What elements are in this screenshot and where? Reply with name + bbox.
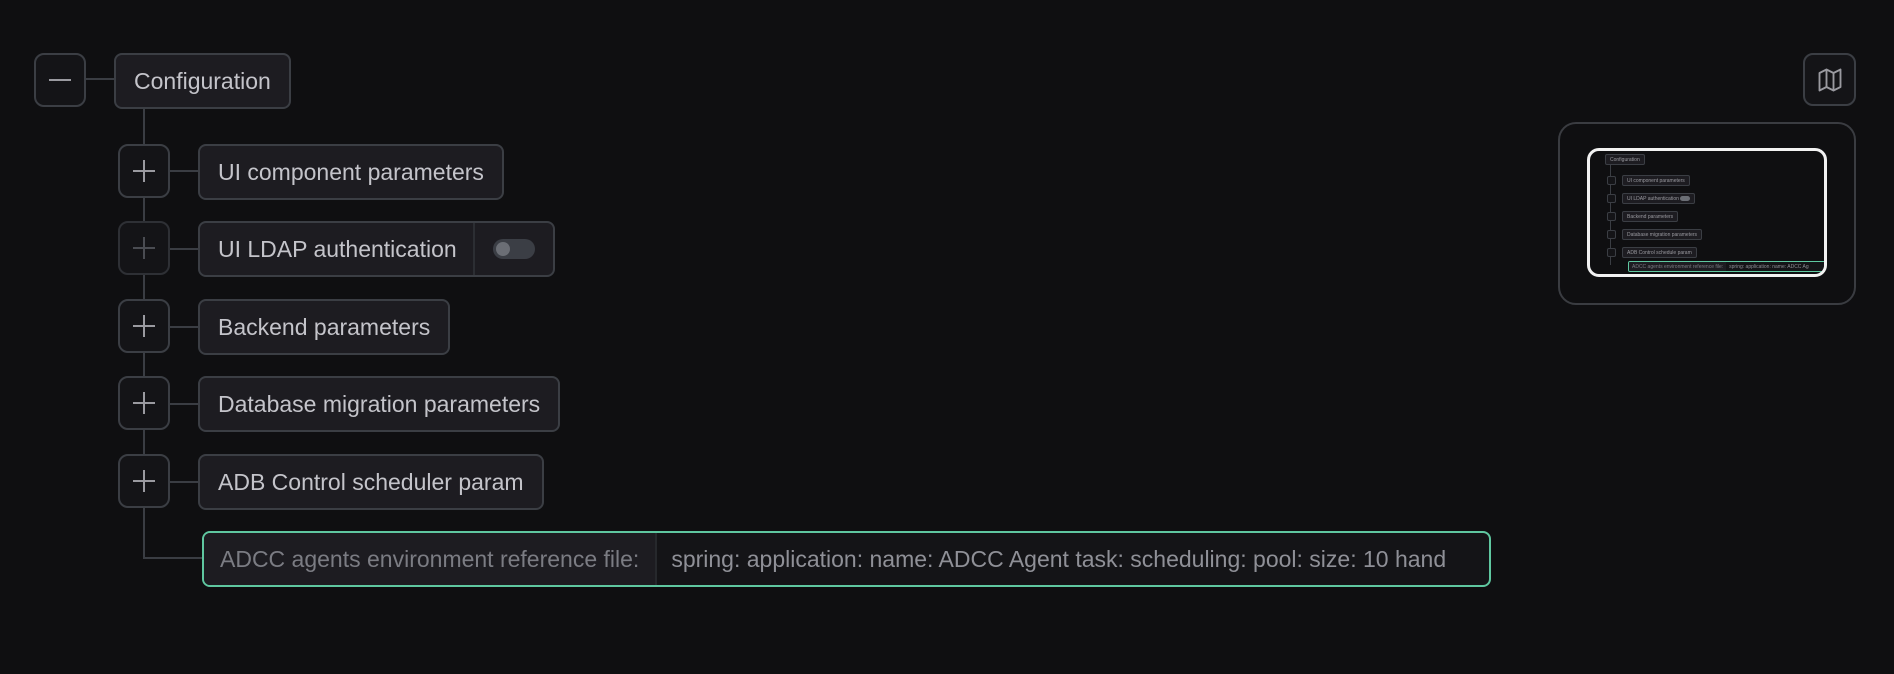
plus-icon xyxy=(133,315,155,337)
mm-label: Database migration parameters xyxy=(1627,231,1698,238)
connector xyxy=(170,481,198,483)
selected-leaf-adcc-agents-env-file[interactable]: ADCC agents environment reference file: … xyxy=(202,531,1491,587)
mm-plus-icon xyxy=(1607,212,1616,221)
leaf-value: spring: application: name: ADCC Agent ta… xyxy=(657,533,1489,585)
ldap-toggle-switch[interactable] xyxy=(492,239,535,259)
mm-root-node: Configuration xyxy=(1605,154,1645,165)
leaf-label: ADCC agents environment reference file: xyxy=(204,533,658,585)
mm-root-label: Configuration xyxy=(1610,156,1640,163)
mm-plus-icon xyxy=(1607,230,1616,239)
node-label: UI component parameters xyxy=(218,158,484,185)
mm-leaf-label: ADCC agents environment reference file: xyxy=(1629,262,1727,271)
minimap-toggle-button[interactable] xyxy=(1803,53,1856,106)
expand-button[interactable] xyxy=(118,299,170,353)
leaf-value-text: spring: application: name: ADCC Agent ta… xyxy=(671,545,1447,572)
map-icon xyxy=(1818,68,1841,91)
connector xyxy=(170,326,198,328)
tree-node-configuration[interactable]: Configuration xyxy=(114,53,291,109)
mm-node: UI LDAP authentication xyxy=(1622,193,1696,204)
tree-node-adb-control-scheduler-param[interactable]: ADB Control scheduler param xyxy=(198,454,544,510)
mm-plus-icon xyxy=(1607,194,1616,203)
connector xyxy=(170,248,198,250)
tree-node-ui-ldap-authentication[interactable]: UI LDAP authentication xyxy=(198,221,555,277)
mm-label: UI LDAP authentication xyxy=(1627,195,1679,202)
plus-icon xyxy=(133,160,155,182)
tree-node-ui-component-parameters[interactable]: UI component parameters xyxy=(198,144,504,200)
mm-node: ADB Control schedule param xyxy=(1622,247,1697,258)
plus-icon xyxy=(133,470,155,492)
mm-label: UI component parameters xyxy=(1627,177,1685,184)
expand-button[interactable] xyxy=(118,221,170,275)
switch-cell xyxy=(472,223,553,275)
minus-icon xyxy=(49,79,71,81)
expand-button[interactable] xyxy=(118,144,170,198)
mm-node: Database migration parameters xyxy=(1622,229,1703,240)
node-label: Configuration xyxy=(134,67,271,94)
mm-node: Backend parameters xyxy=(1622,211,1679,222)
connector xyxy=(86,78,114,80)
mm-leaf-value: spring: application: name: ADCC Ag xyxy=(1729,263,1809,270)
config-tree-canvas: Configuration UI component parameters UI… xyxy=(0,0,1894,674)
mm-node: UI component parameters xyxy=(1622,175,1690,186)
minimap-viewport[interactable]: Configuration UI component parameters UI… xyxy=(1587,148,1827,277)
node-label: UI LDAP authentication xyxy=(218,235,457,262)
node-label: ADB Control scheduler param xyxy=(218,468,524,495)
tree-node-database-migration-parameters[interactable]: Database migration parameters xyxy=(198,376,561,432)
tree-node-backend-parameters[interactable]: Backend parameters xyxy=(198,299,451,355)
node-label: Database migration parameters xyxy=(218,390,541,417)
mm-plus-icon xyxy=(1607,176,1616,185)
mm-leaf: ADCC agents environment reference file: … xyxy=(1628,261,1824,272)
plus-icon xyxy=(133,392,155,414)
mm-label: ADB Control schedule param xyxy=(1627,249,1692,256)
connector xyxy=(170,170,198,172)
connector xyxy=(170,403,198,405)
expand-button[interactable] xyxy=(118,454,170,508)
collapse-button[interactable] xyxy=(34,53,86,107)
connector xyxy=(143,557,203,559)
mm-label: Backend parameters xyxy=(1627,213,1674,220)
mm-plus-icon xyxy=(1607,248,1616,257)
expand-button[interactable] xyxy=(118,376,170,430)
plus-icon xyxy=(133,237,155,259)
node-label: Backend parameters xyxy=(218,313,431,340)
